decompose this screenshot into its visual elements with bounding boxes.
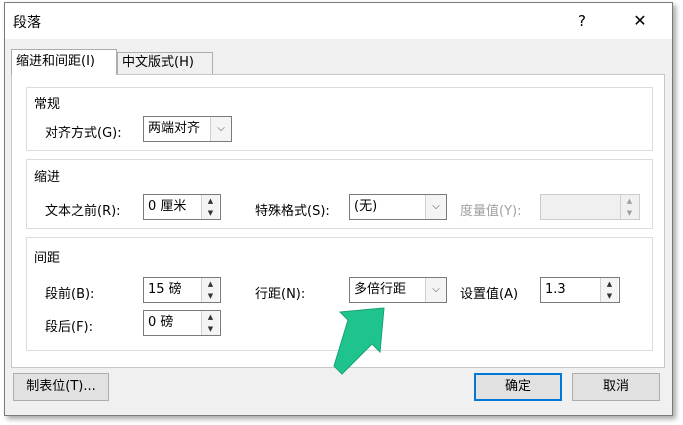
chevron-down-icon[interactable]: ⌵ (210, 117, 231, 141)
spacing-at-value: 1.3 (545, 282, 566, 297)
space-before-value: 15 磅 (148, 282, 182, 297)
alignment-label: 对齐方式(G): (45, 126, 122, 141)
before-text-spinner[interactable]: 0 厘米 ▲ ▼ (143, 194, 221, 220)
spin-down-icon: ▼ (621, 207, 638, 219)
spin-down-icon[interactable]: ▼ (202, 207, 219, 219)
help-button[interactable]: ? (570, 9, 594, 33)
special-indent-dropdown[interactable]: (无) ⌵ (349, 194, 447, 220)
spinner-buttons: ▲ ▼ (620, 195, 639, 219)
spinner-buttons: ▲ ▼ (201, 195, 220, 219)
by-spinner: ▲ ▼ (540, 194, 640, 220)
spacing-at-label: 设置值(A) (460, 287, 519, 302)
space-before-spinner[interactable]: 15 磅 ▲ ▼ (143, 277, 221, 303)
ok-button[interactable]: 确定 (474, 373, 562, 401)
cancel-button[interactable]: 取消 (572, 373, 660, 401)
general-group: 常规 对齐方式(G): 两端对齐 ⌵ (26, 87, 653, 151)
space-before-label: 段前(B): (45, 287, 95, 302)
by-label: 度量值(Y): (460, 204, 522, 219)
tab-asian-typography[interactable]: 中文版式(H) (117, 52, 213, 74)
spacing-group-title: 间距 (34, 251, 61, 266)
spin-down-icon[interactable]: ▼ (202, 323, 219, 335)
before-text-value: 0 厘米 (148, 199, 187, 214)
alignment-value: 两端对齐 (148, 121, 201, 136)
line-spacing-value: 多倍行距 (354, 282, 407, 297)
before-text-label: 文本之前(R): (45, 204, 121, 219)
chevron-down-icon[interactable]: ⌵ (425, 278, 446, 302)
spacing-at-spinner[interactable]: 1.3 ▲ ▼ (540, 277, 620, 303)
line-spacing-label: 行距(N): (255, 287, 306, 302)
close-button[interactable]: ✕ (628, 9, 652, 33)
special-indent-value: (无) (354, 199, 378, 214)
indentation-group: 缩进 文本之前(R): 0 厘米 ▲ ▼ 特殊格式(S): (无) ⌵ 度量值(… (26, 159, 653, 229)
spinner-buttons: ▲ ▼ (600, 278, 619, 302)
general-group-title: 常规 (34, 97, 61, 112)
title-bar: 段落 ? ✕ (5, 3, 672, 39)
alignment-dropdown[interactable]: 两端对齐 ⌵ (143, 116, 232, 142)
annotation-arrow-icon (333, 307, 385, 375)
spin-down-icon[interactable]: ▼ (601, 290, 618, 302)
indentation-group-title: 缩进 (34, 170, 61, 185)
spin-down-icon[interactable]: ▼ (202, 290, 219, 302)
special-indent-label: 特殊格式(S): (255, 204, 330, 219)
space-after-label: 段后(F): (45, 320, 94, 335)
dialog-title: 段落 (13, 15, 41, 31)
spinner-buttons: ▲ ▼ (201, 311, 220, 335)
chevron-down-icon[interactable]: ⌵ (425, 195, 446, 219)
spinner-buttons: ▲ ▼ (201, 278, 220, 302)
tab-indents-and-spacing[interactable]: 缩进和间距(I) (11, 49, 117, 75)
tabs-button[interactable]: 制表位(T)... (13, 373, 109, 401)
space-after-spinner[interactable]: 0 磅 ▲ ▼ (143, 310, 221, 336)
space-after-value: 0 磅 (148, 315, 174, 330)
